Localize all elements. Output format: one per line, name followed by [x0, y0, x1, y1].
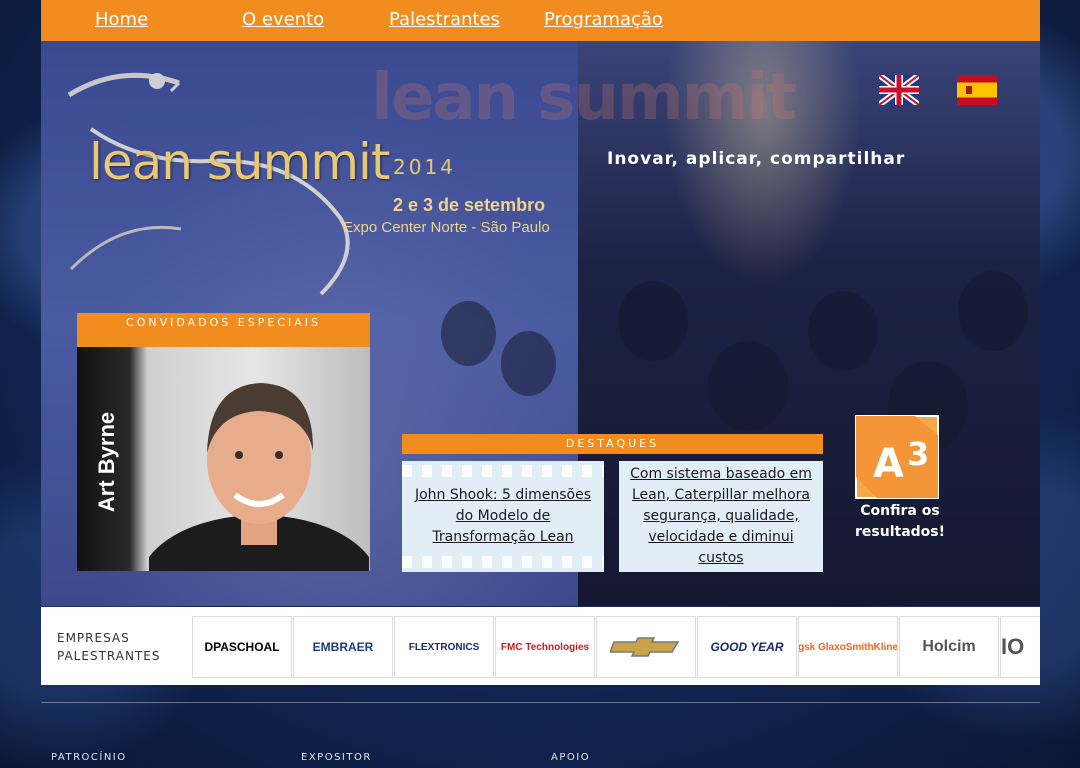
support-label: APOIO [551, 752, 591, 763]
event-tagline: Inovar, aplicar, compartilhar [607, 149, 906, 169]
chevrolet-bowtie-icon [610, 637, 680, 657]
a3-icon[interactable]: A 3 [855, 415, 939, 499]
logo-wordmark: lean summit [89, 133, 391, 191]
top-nav: Home O evento Palestrantes Programação [41, 0, 1040, 41]
uk-flag-icon[interactable] [879, 75, 919, 105]
company-logo[interactable]: EMBRAER [293, 616, 393, 678]
crowd-silhouette [808, 291, 878, 371]
company-logo[interactable]: Holcim [899, 616, 999, 678]
exhibitor-label: EXPOSITOR [301, 752, 372, 763]
logo-year: 2014 [393, 155, 456, 179]
film-strip-icon [402, 465, 604, 477]
nav-home[interactable]: Home [95, 9, 148, 30]
svg-text:A: A [873, 441, 904, 487]
spain-flag-icon[interactable] [957, 75, 997, 105]
company-logo[interactable]: gsk GlaxoSmithKline [798, 616, 898, 678]
crowd-silhouette [618, 281, 688, 361]
event-venue: Expo Center Norte - São Paulo [343, 219, 550, 236]
crowd-silhouette [708, 341, 788, 431]
highlight-card[interactable]: John Shook: 5 dimensões do Modelo de Tra… [402, 461, 604, 572]
highlight-card[interactable]: Com sistema baseado em Lean, Caterpillar… [619, 461, 823, 572]
guest-portrait-icon [149, 383, 369, 571]
background-event-text: lean summit [371, 61, 797, 135]
crowd-silhouette [958, 271, 1028, 351]
special-guests-header: CONVIDADOS ESPECIAIS [77, 313, 370, 347]
company-logo[interactable]: FLEXTRONICS [394, 616, 494, 678]
chevrolet-logo[interactable] [596, 616, 696, 678]
highlight-link[interactable]: John Shook: 5 dimensões do Modelo de Tra… [402, 485, 604, 548]
svg-text:3: 3 [907, 435, 929, 473]
crowd-silhouette [501, 331, 556, 396]
guest-name: Art Byrne [94, 411, 119, 513]
highlight-link[interactable]: Com sistema baseado em Lean, Caterpillar… [619, 464, 823, 569]
highlights-header: DESTAQUES [402, 434, 823, 454]
nav-palestrantes[interactable]: Palestrantes [389, 9, 500, 30]
event-date: 2 e 3 de setembro [393, 195, 546, 215]
company-logo[interactable]: DPASCHOAL [192, 616, 292, 678]
sponsorship-label: PATROCÍNIO [51, 752, 127, 763]
speaker-companies-label: EMPRESAS PALESTRANTES [57, 631, 161, 663]
section-divider [41, 702, 1040, 703]
speaker-companies-bar: EMPRESAS PALESTRANTES DPASCHOAL EMBRAER … [41, 607, 1040, 685]
special-guests-panel[interactable]: CONVIDADOS ESPECIAIS Art Byrne [77, 313, 370, 571]
a3-results-link[interactable]: Confira os resultados! [845, 501, 955, 543]
nav-o-evento[interactable]: O evento [242, 9, 324, 30]
crowd-silhouette [441, 301, 496, 366]
film-strip-icon [402, 556, 604, 568]
highlights-panel: DESTAQUES John Shook: 5 dimensões do Mod… [402, 434, 823, 572]
nav-programacao[interactable]: Programação [544, 9, 663, 30]
company-logo[interactable]: IO [1000, 616, 1040, 678]
company-logo[interactable]: GOOD YEAR [697, 616, 797, 678]
guest-photo-area: Art Byrne [77, 347, 370, 571]
company-logo[interactable]: FMC Technologies [495, 616, 595, 678]
